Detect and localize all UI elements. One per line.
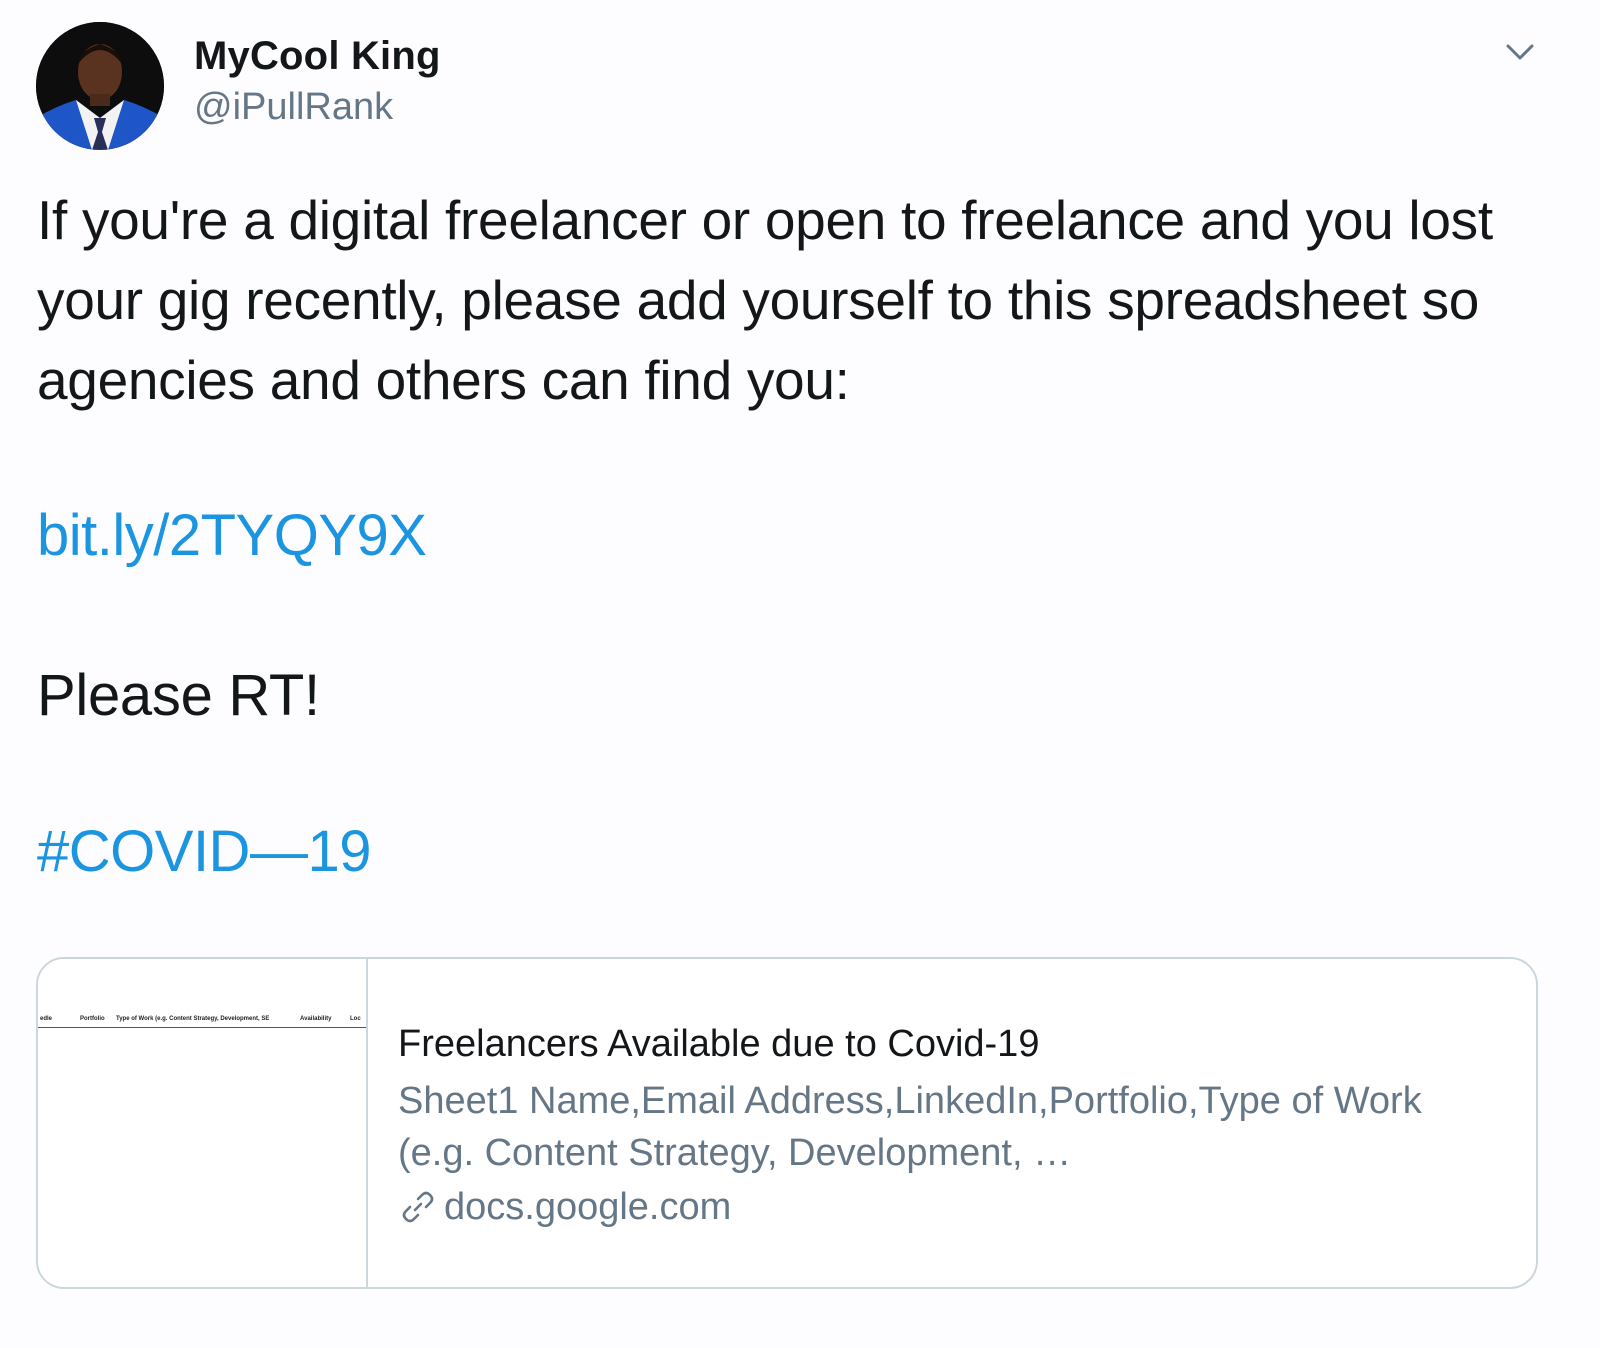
card-thumbnail: edle Portfolio Type of Work (e.g. Conten… [38, 959, 368, 1287]
thumb-header-cell: Portfolio [80, 1016, 105, 1022]
chevron-down-icon[interactable] [1500, 36, 1540, 68]
card-description: Sheet1 Name,Email Address,LinkedIn,Portf… [398, 1080, 1422, 1174]
display-name[interactable]: MyCool King [194, 34, 441, 79]
thumb-header-cell: edle [40, 1016, 53, 1022]
card-body: Freelancers Available due to Covid-19 Sh… [398, 1017, 1508, 1233]
link-icon [398, 1187, 438, 1227]
shortened-link[interactable]: bit.ly/2TYQY9X [37, 500, 427, 572]
user-handle[interactable]: @iPullRank [194, 86, 393, 129]
hashtag-link[interactable]: #COVID—19 [37, 816, 371, 888]
thumb-header-cell: Availability [300, 1016, 332, 1022]
tweet: MyCool King @iPullRank If you're a digit… [0, 0, 1600, 1348]
tweet-text: If you're a digital freelancer or open t… [37, 189, 1493, 411]
profile-photo-icon [36, 22, 164, 150]
avatar[interactable] [36, 22, 164, 150]
tweet-cta-text: Please RT! [37, 663, 320, 728]
thumb-header-cell: Type of Work (e.g. Content Strategy, Dev… [116, 1016, 270, 1022]
thumb-header-cell: Loc [350, 1016, 361, 1022]
card-domain: docs.google.com [444, 1186, 732, 1228]
spreadsheet-header-row: edle Portfolio Type of Work (e.g. Conten… [38, 1015, 366, 1028]
card-title: Freelancers Available due to Covid-19 [398, 1023, 1040, 1065]
link-preview-card[interactable]: edle Portfolio Type of Work (e.g. Conten… [36, 957, 1538, 1289]
card-domain-row: docs.google.com [398, 1181, 1508, 1233]
